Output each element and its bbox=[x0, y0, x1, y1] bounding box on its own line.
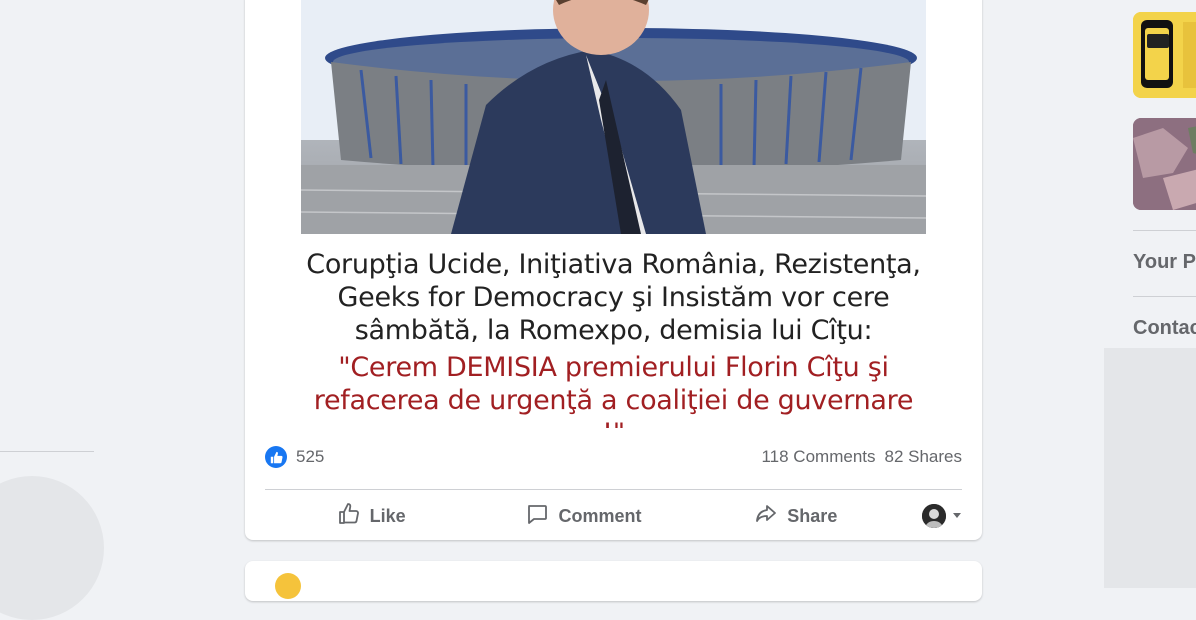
map-image-icon bbox=[1133, 118, 1196, 210]
right-column-divider bbox=[1133, 230, 1196, 231]
share-button[interactable]: Share bbox=[690, 502, 902, 531]
post-card: Corupţia Ucide, Iniţiativa România, Rezi… bbox=[245, 0, 982, 540]
reaction-profile-selector[interactable] bbox=[902, 504, 962, 528]
post-image-caption: Corupţia Ucide, Iniţiativa România, Rezi… bbox=[301, 234, 926, 428]
contacts-heading: Contac bbox=[1133, 317, 1196, 339]
share-label: Share bbox=[787, 505, 838, 526]
quote-line: "Cerem DEMISIA premierului Florin Cîţu ş… bbox=[338, 352, 889, 383]
shares-count-link[interactable]: 82 Shares bbox=[885, 447, 963, 467]
thumbs-up-icon bbox=[337, 502, 361, 531]
engagement-counts: 118 Comments 82 Shares bbox=[761, 447, 962, 467]
avatar[interactable] bbox=[275, 573, 301, 599]
caret-down-icon bbox=[952, 507, 962, 525]
comments-count-link[interactable]: 118 Comments bbox=[761, 447, 875, 467]
chat-panel-placeholder bbox=[1104, 348, 1196, 588]
next-post-card bbox=[245, 561, 982, 601]
comment-icon bbox=[525, 502, 549, 531]
post-actions: Like Comment Share bbox=[265, 494, 962, 538]
post-stats: 525 118 Comments 82 Shares bbox=[265, 437, 962, 477]
caption-line: Geeks for Democracy şi Insistăm vor cere bbox=[337, 282, 890, 313]
like-button[interactable]: Like bbox=[265, 502, 477, 531]
quote-line: refacerea de urgenţă a coaliţiei de guve… bbox=[313, 385, 914, 428]
left-column-placeholder bbox=[0, 476, 104, 620]
stats-divider bbox=[265, 489, 962, 490]
your-pages-heading: Your P bbox=[1133, 251, 1196, 273]
arena-photo-illustration bbox=[301, 0, 926, 234]
sponsored-thumbnail[interactable] bbox=[1133, 118, 1196, 210]
caption-text: Corupţia Ucide, Iniţiativa România, Rezi… bbox=[301, 234, 926, 347]
caption-line: sâmbătă, la Romexpo, demisia lui Cîţu: bbox=[354, 315, 873, 346]
sponsored-thumbnail[interactable] bbox=[1133, 12, 1196, 98]
like-label: Like bbox=[369, 505, 406, 526]
avatar bbox=[921, 504, 946, 528]
post-photo bbox=[301, 0, 926, 234]
comment-label: Comment bbox=[558, 505, 642, 526]
reactions-count: 525 bbox=[296, 447, 325, 466]
share-arrow-icon bbox=[754, 502, 778, 531]
quote-text: "Cerem DEMISIA premierului Florin Cîţu ş… bbox=[301, 351, 926, 428]
post-image[interactable]: Corupţia Ucide, Iniţiativa România, Rezi… bbox=[301, 0, 926, 428]
phone-card-icon bbox=[1133, 12, 1196, 98]
reactions-summary[interactable]: 525 bbox=[265, 446, 324, 468]
like-reaction-icon bbox=[265, 446, 287, 468]
caption-line: Corupţia Ucide, Iniţiativa România, Rezi… bbox=[306, 249, 921, 280]
right-column-divider bbox=[1133, 296, 1196, 297]
comment-button[interactable]: Comment bbox=[477, 502, 689, 531]
left-column-divider bbox=[0, 451, 94, 452]
